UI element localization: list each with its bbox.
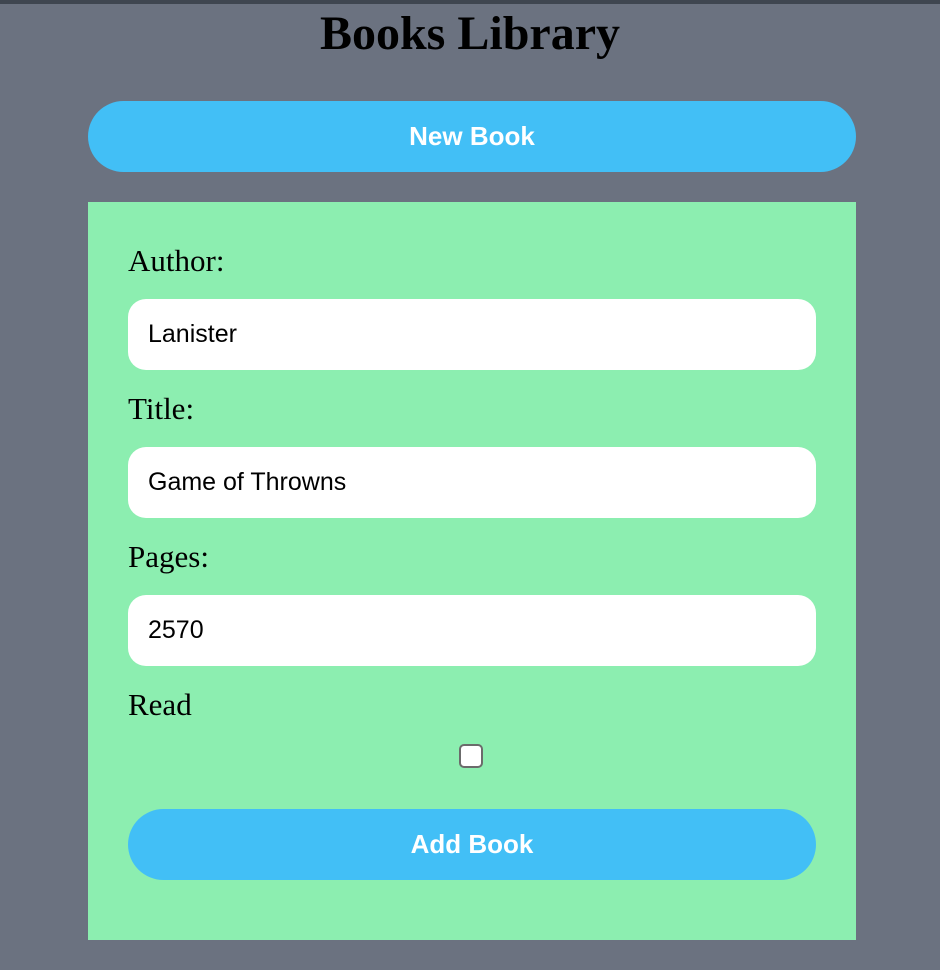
title-label: Title: [128, 391, 195, 426]
author-label: Author: [128, 243, 225, 278]
window-top-edge [0, 0, 940, 4]
title-input[interactable] [128, 447, 816, 518]
pages-label: Pages: [128, 539, 209, 574]
author-input[interactable] [128, 299, 816, 370]
read-checkbox[interactable] [459, 744, 483, 768]
read-label: Read [128, 687, 192, 722]
add-book-button[interactable]: Add Book [128, 809, 816, 880]
add-book-form: Author: Title: Pages: Read Add Book [88, 202, 856, 940]
pages-input[interactable] [128, 595, 816, 666]
new-book-button[interactable]: New Book [88, 101, 856, 172]
page-title: Books Library [319, 7, 621, 60]
